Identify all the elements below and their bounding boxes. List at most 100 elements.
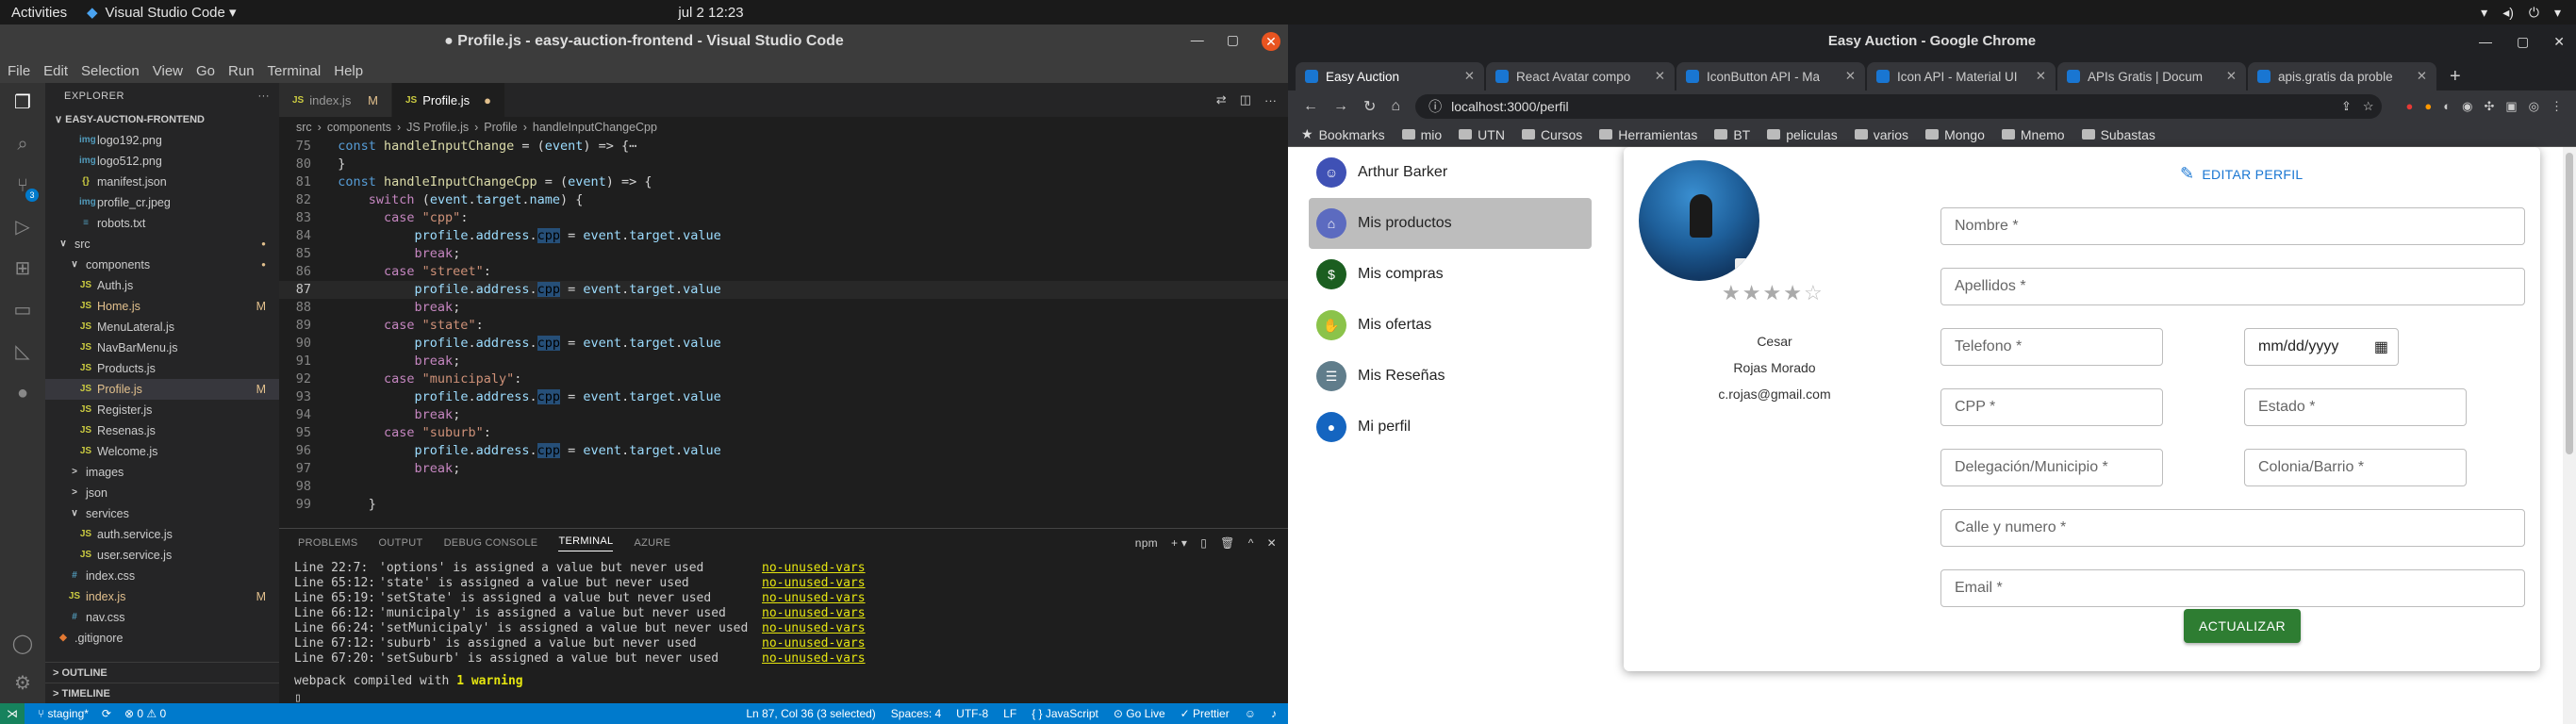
page-scrollbar[interactable] [2563,147,2576,724]
account-icon[interactable]: ◯ [10,632,35,656]
file-item[interactable]: JS user.service.js [45,545,279,566]
file-item[interactable]: JS Resenas.js [45,420,279,441]
address-bar[interactable]: ⓘ localhost:3000/perfil ⇪ ☆ [1415,94,2382,119]
info-icon[interactable]: ⓘ [1428,97,1442,116]
share-icon[interactable]: ⇪ [2341,99,2352,114]
system-tray[interactable]: ▾ ◂) ⏻ ▾ [2481,5,2561,21]
close-icon[interactable]: ✕ [1655,69,1665,84]
code-line[interactable]: 95 case "suburb": [279,424,1288,442]
file-item[interactable]: ≡ robots.txt [45,213,279,234]
menu-item-mi-perfil[interactable]: ● Mi perfil [1309,402,1592,452]
calle-field[interactable]: Calle y numero * [1940,509,2525,547]
timeline-section[interactable]: > TIMELINE [45,683,279,703]
go-live-button[interactable]: ⊙ Go Live [1114,707,1165,720]
panel-tab-output[interactable]: OUTPUT [379,537,423,549]
file-item[interactable]: JS Home.js M [45,296,279,317]
remote-explorer-icon[interactable]: ▭ [10,298,35,322]
panel-tab-azure[interactable]: AZURE [634,537,670,549]
reload-icon[interactable]: ↻ [1363,97,1376,116]
panel-tab-problems[interactable]: PROBLEMS [298,537,358,549]
code-line[interactable]: 99 } [279,496,1288,514]
bookmark-folder[interactable]: mio [1401,127,1442,142]
code-line[interactable]: 91 break; [279,353,1288,370]
bookmark-folder[interactable]: Mnemo [2001,127,2065,142]
search-icon[interactable]: ⌕ [10,132,35,156]
bookmark-folder[interactable]: varios [1854,127,1908,142]
remote-icon[interactable]: ⋊ [0,703,25,724]
indentation[interactable]: Spaces: 4 [891,707,941,720]
code-line[interactable]: 82 switch (event.target.name) { [279,191,1288,209]
bookmark-folder[interactable]: Mongo [1925,127,1985,142]
file-item[interactable]: JS auth.service.js [45,524,279,545]
folder-item[interactable]: ∨ services [45,503,279,524]
feedback-icon[interactable]: ☺ [1245,707,1256,720]
menu-item-mis-reseñas[interactable]: ☰ Mis Reseñas [1309,351,1592,402]
calendar-icon[interactable]: ▦ [2374,337,2388,356]
bookmark-folder[interactable]: Herramientas [1599,127,1697,142]
file-item[interactable]: img logo192.png [45,130,279,151]
bell-icon[interactable]: ♪ [1271,707,1277,720]
code-line[interactable]: 86 case "street": [279,263,1288,281]
more-icon[interactable]: ··· [1264,93,1277,107]
folder-item[interactable]: ∨ src ● [45,234,279,255]
menu-item-terminal[interactable]: Terminal [268,63,322,79]
browser-tab[interactable]: Icon API - Material UI ✕ [1867,62,2056,90]
code-line[interactable]: 96 profile.address.cpp = event.target.va… [279,442,1288,460]
code-line[interactable]: 87 profile.address.cpp = event.target.va… [279,281,1288,299]
menu-item-selection[interactable]: Selection [81,63,140,79]
branch-indicator[interactable]: ⑂ staging* [38,707,89,720]
code-line[interactable]: 90 profile.address.cpp = event.target.va… [279,335,1288,353]
scrollbar-thumb[interactable] [2566,153,2573,454]
file-item[interactable]: # nav.css [45,607,279,628]
extensions-icon[interactable]: ⊞ [10,256,35,281]
file-item[interactable]: ◆ .gitignore [45,628,279,647]
edit-profile-button[interactable]: ✎ EDITAR PERFIL [2180,164,2304,184]
panel-action[interactable]: ▯ [1200,536,1207,550]
date-field[interactable]: mm/dd/yyyy ▦ [2244,328,2399,366]
sync-icon[interactable]: ⟳ [102,707,111,720]
code-line[interactable]: 89 case "state": [279,317,1288,335]
home-icon[interactable]: ⌂ [1391,98,1400,115]
extension-icons[interactable]: ● ● ◐ ◉ ✣ ▣ ◎ ⋮ [2406,99,2576,114]
prettier-status[interactable]: ✓ Prettier [1181,707,1230,720]
more-actions-icon[interactable]: ··· [258,83,271,109]
forward-icon[interactable]: → [1333,98,1348,115]
language-mode[interactable]: { } JavaScript [1032,707,1098,720]
code-line[interactable]: 98 [279,478,1288,496]
menu-item-run[interactable]: Run [228,63,255,79]
camera-icon[interactable] [1735,258,1748,270]
activities-button[interactable]: Activities [11,5,87,21]
nombre-field[interactable]: Nombre * [1940,207,2525,245]
code-line[interactable]: 83 case "cpp": [279,209,1288,227]
code-line[interactable]: 85 break; [279,245,1288,263]
file-item[interactable]: JS NavBarMenu.js [45,337,279,358]
bookmark-folder[interactable]: Subastas [2081,127,2155,142]
tab-profile-js[interactable]: JS Profile.js ● [392,83,505,117]
file-item[interactable]: JS Products.js [45,358,279,379]
folder-item[interactable]: > images [45,462,279,483]
clock[interactable]: jul 2 12:23 [654,5,768,21]
code-line[interactable]: 84 profile.address.cpp = event.target.va… [279,227,1288,245]
star-icon[interactable]: ★ [1762,281,1783,304]
file-item[interactable]: JS Register.js [45,400,279,420]
menu-item-help[interactable]: Help [334,63,363,79]
eol[interactable]: LF [1003,707,1016,720]
maximize-icon[interactable]: ▢ [1227,32,1239,51]
file-item[interactable]: {} manifest.json [45,172,279,192]
terminal[interactable]: Line 22:7: 'options' is assigned a value … [279,557,1288,705]
bookmark-star-icon[interactable]: ☆ [2363,99,2374,114]
email-field[interactable]: Email * [1940,569,2525,607]
code-line[interactable]: 97 break; [279,460,1288,478]
problems-indicator[interactable]: ⊗ 0 ⚠ 0 [124,707,166,720]
browser-tab[interactable]: Easy Auction ✕ [1296,62,1484,90]
breadcrumb-item[interactable]: src [296,117,312,138]
bookmark-folder[interactable]: Cursos [1521,127,1582,142]
explorer-icon[interactable]: ❐ [10,90,35,115]
close-icon[interactable]: ✕ [1262,32,1280,51]
bookmarks-menu[interactable]: ★ Bookmarks [1301,126,1385,142]
project-folder[interactable]: ∨ EASY-AUCTION-FRONTEND [45,109,279,130]
browser-tab[interactable]: IconButton API - Ma ✕ [1676,62,1865,90]
bookmark-folder[interactable]: BT [1714,127,1750,142]
apellidos-field[interactable]: Apellidos * [1940,268,2525,305]
colonia-field[interactable]: Colonia/Barrio * [2244,449,2467,486]
